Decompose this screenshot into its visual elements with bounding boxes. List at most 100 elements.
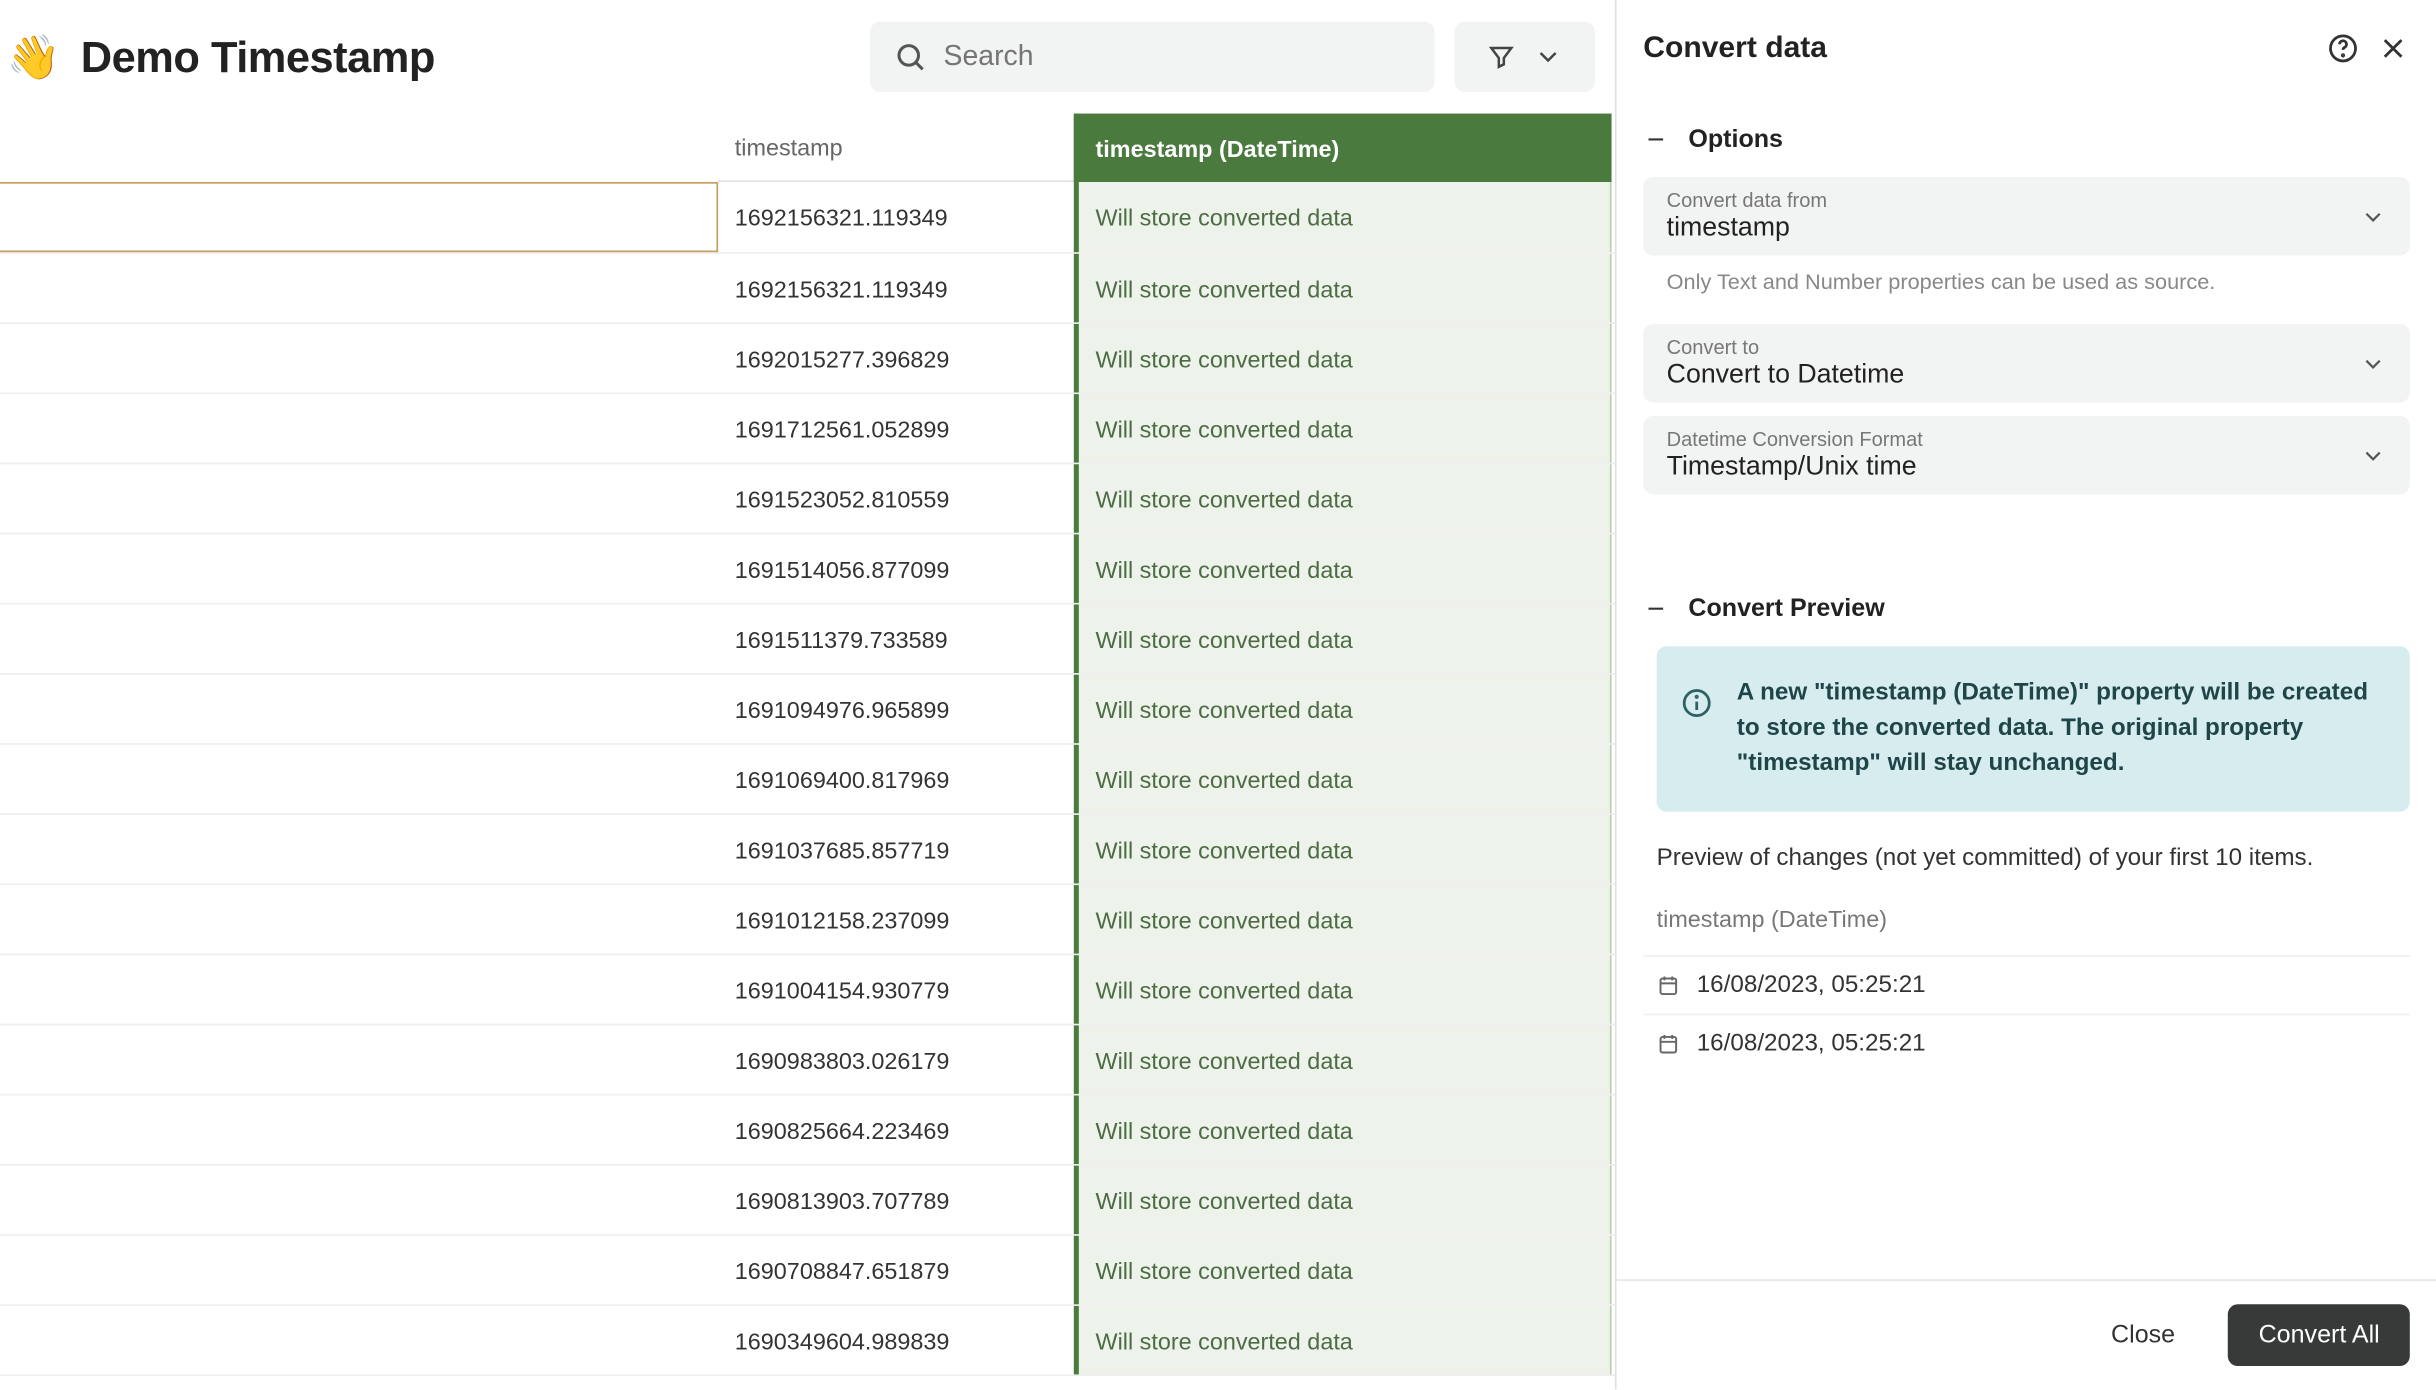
convert-from-label: Convert data from bbox=[1667, 189, 2360, 212]
timestamp-new-cell: Will store converted data bbox=[1074, 254, 1612, 322]
row-selector-cell[interactable] bbox=[0, 745, 718, 813]
table-row[interactable]: 1692015277.396829Will store converted da… bbox=[0, 324, 1615, 394]
row-selector-cell[interactable] bbox=[0, 394, 718, 462]
preview-row: 16/08/2023, 05:25:21 bbox=[1643, 1014, 2410, 1072]
search-box[interactable] bbox=[870, 22, 1434, 92]
timestamp-cell[interactable]: 1690825664.223469 bbox=[718, 1096, 1074, 1164]
close-button[interactable]: Close bbox=[2084, 1304, 2202, 1366]
table-row[interactable]: 1692156321.119349Will store converted da… bbox=[0, 254, 1615, 324]
convert-to-select[interactable]: Convert to Convert to Datetime bbox=[1643, 324, 2410, 402]
table-row[interactable]: 1690708847.651879Will store converted da… bbox=[0, 1236, 1615, 1306]
row-selector-cell[interactable] bbox=[0, 675, 718, 743]
chevron-down-icon bbox=[2360, 442, 2387, 469]
table-row[interactable]: 1691012158.237099Will store converted da… bbox=[0, 885, 1615, 955]
row-selector-cell[interactable] bbox=[0, 815, 718, 883]
timestamp-new-cell: Will store converted data bbox=[1074, 675, 1612, 743]
table-row[interactable]: 1690825664.223469Will store converted da… bbox=[0, 1096, 1615, 1166]
table-row[interactable]: 1690349604.989839Will store converted da… bbox=[0, 1306, 1615, 1376]
row-selector-cell[interactable] bbox=[0, 885, 718, 953]
timestamp-cell[interactable]: 1691514056.877099 bbox=[718, 534, 1074, 602]
convert-from-select[interactable]: Convert data from timestamp bbox=[1643, 177, 2410, 255]
info-box: A new "timestamp (DateTime)" property wi… bbox=[1657, 646, 2410, 811]
preview-section-head[interactable]: Convert Preview bbox=[1643, 595, 2410, 623]
row-selector-cell[interactable] bbox=[0, 1025, 718, 1093]
table-row[interactable]: 1691523052.810559Will store converted da… bbox=[0, 464, 1615, 534]
chevron-down-icon bbox=[1533, 42, 1563, 72]
row-selector-cell[interactable] bbox=[0, 534, 718, 602]
timestamp-new-cell: Will store converted data bbox=[1074, 745, 1612, 813]
info-icon bbox=[1680, 686, 1713, 719]
table-row[interactable]: 1691712561.052899Will store converted da… bbox=[0, 394, 1615, 464]
timestamp-cell[interactable]: 1692156321.119349 bbox=[718, 254, 1074, 322]
row-selector-cell[interactable] bbox=[0, 324, 718, 392]
timestamp-new-cell: Will store converted data bbox=[1074, 464, 1612, 532]
page-title: Demo Timestamp bbox=[81, 31, 435, 83]
timestamp-cell[interactable]: 1691511379.733589 bbox=[718, 605, 1074, 673]
search-icon bbox=[893, 40, 926, 73]
panel-title: Convert data bbox=[1643, 30, 2309, 65]
timestamp-cell[interactable]: 1691012158.237099 bbox=[718, 885, 1074, 953]
table-row[interactable]: 1691037685.857719Will store converted da… bbox=[0, 815, 1615, 885]
filter-icon bbox=[1486, 42, 1516, 72]
table-row[interactable]: 1692156321.119349Will store converted da… bbox=[0, 182, 1615, 254]
timestamp-new-cell: Will store converted data bbox=[1074, 1306, 1612, 1374]
minus-icon bbox=[1643, 596, 1668, 621]
convert-from-hint: Only Text and Number properties can be u… bbox=[1643, 269, 2410, 324]
table-row[interactable]: 1690813903.707789Will store converted da… bbox=[0, 1166, 1615, 1236]
convert-all-button[interactable]: Convert All bbox=[2229, 1304, 2410, 1366]
timestamp-cell[interactable]: 1690349604.989839 bbox=[718, 1306, 1074, 1374]
row-selector-cell[interactable] bbox=[0, 182, 718, 252]
row-selector-cell[interactable] bbox=[0, 955, 718, 1023]
timestamp-new-cell: Will store converted data bbox=[1074, 1236, 1612, 1304]
timestamp-cell[interactable]: 1691094976.965899 bbox=[718, 675, 1074, 743]
table-row[interactable]: 1691094976.965899Will store converted da… bbox=[0, 675, 1615, 745]
convert-panel: Convert data Options Convert data from t… bbox=[1615, 0, 2436, 1389]
timestamp-cell[interactable]: 1692015277.396829 bbox=[718, 324, 1074, 392]
minus-icon bbox=[1643, 127, 1668, 152]
timestamp-cell[interactable]: 1691069400.817969 bbox=[718, 745, 1074, 813]
row-selector-cell[interactable] bbox=[0, 605, 718, 673]
row-selector-cell[interactable] bbox=[0, 1236, 718, 1304]
timestamp-new-cell: Will store converted data bbox=[1074, 1096, 1612, 1164]
row-selector-cell[interactable] bbox=[0, 1166, 718, 1234]
filter-button[interactable] bbox=[1455, 22, 1595, 92]
timestamp-new-cell: Will store converted data bbox=[1074, 885, 1612, 953]
preview-row: 16/08/2023, 05:25:21 bbox=[1643, 955, 2410, 1013]
timestamp-cell[interactable]: 1692156321.119349 bbox=[718, 182, 1074, 252]
timestamp-cell[interactable]: 1691004154.930779 bbox=[718, 955, 1074, 1023]
table-row[interactable]: 1691069400.817969Will store converted da… bbox=[0, 745, 1615, 815]
search-input[interactable] bbox=[944, 40, 1412, 73]
timestamp-new-cell: Will store converted data bbox=[1074, 605, 1612, 673]
table-row[interactable]: 1691511379.733589Will store converted da… bbox=[0, 605, 1615, 675]
row-selector-cell[interactable] bbox=[0, 1306, 718, 1374]
table-row[interactable]: 1691004154.930779Will store converted da… bbox=[0, 955, 1615, 1025]
row-selector-cell[interactable] bbox=[0, 1096, 718, 1164]
row-selector-cell[interactable] bbox=[0, 464, 718, 532]
column-header-timestamp-new[interactable]: timestamp (DateTime) bbox=[1074, 114, 1612, 182]
timestamp-new-cell: Will store converted data bbox=[1074, 955, 1612, 1023]
timestamp-cell[interactable]: 1690813903.707789 bbox=[718, 1166, 1074, 1234]
convert-from-value: timestamp bbox=[1667, 214, 2360, 244]
timestamp-cell[interactable]: 1691523052.810559 bbox=[718, 464, 1074, 532]
convert-to-label: Convert to bbox=[1667, 336, 2360, 359]
column-header-timestamp[interactable]: timestamp bbox=[718, 114, 1074, 182]
timestamp-cell[interactable]: 1690983803.026179 bbox=[718, 1025, 1074, 1093]
preview-note: Preview of changes (not yet committed) o… bbox=[1643, 845, 2410, 905]
row-selector-cell[interactable] bbox=[0, 254, 718, 322]
format-select[interactable]: Datetime Conversion Format Timestamp/Uni… bbox=[1643, 416, 2410, 494]
help-icon[interactable] bbox=[2326, 31, 2359, 64]
timestamp-cell[interactable]: 1691712561.052899 bbox=[718, 394, 1074, 462]
format-value: Timestamp/Unix time bbox=[1667, 453, 2360, 483]
timestamp-cell[interactable]: 1690708847.651879 bbox=[718, 1236, 1074, 1304]
timestamp-cell[interactable]: 1691037685.857719 bbox=[718, 815, 1074, 883]
chevron-down-icon bbox=[2360, 350, 2387, 377]
timestamp-new-cell: Will store converted data bbox=[1074, 182, 1612, 252]
options-label: Options bbox=[1688, 125, 1783, 153]
preview-label: Convert Preview bbox=[1688, 595, 1884, 623]
options-section-head[interactable]: Options bbox=[1643, 125, 2410, 153]
table-row[interactable]: 1691514056.877099Will store converted da… bbox=[0, 534, 1615, 604]
table-row[interactable]: 1690983803.026179Will store converted da… bbox=[0, 1025, 1615, 1095]
close-icon[interactable] bbox=[2376, 31, 2409, 64]
wave-emoji: 👋 bbox=[7, 31, 61, 83]
convert-to-value: Convert to Datetime bbox=[1667, 361, 2360, 391]
